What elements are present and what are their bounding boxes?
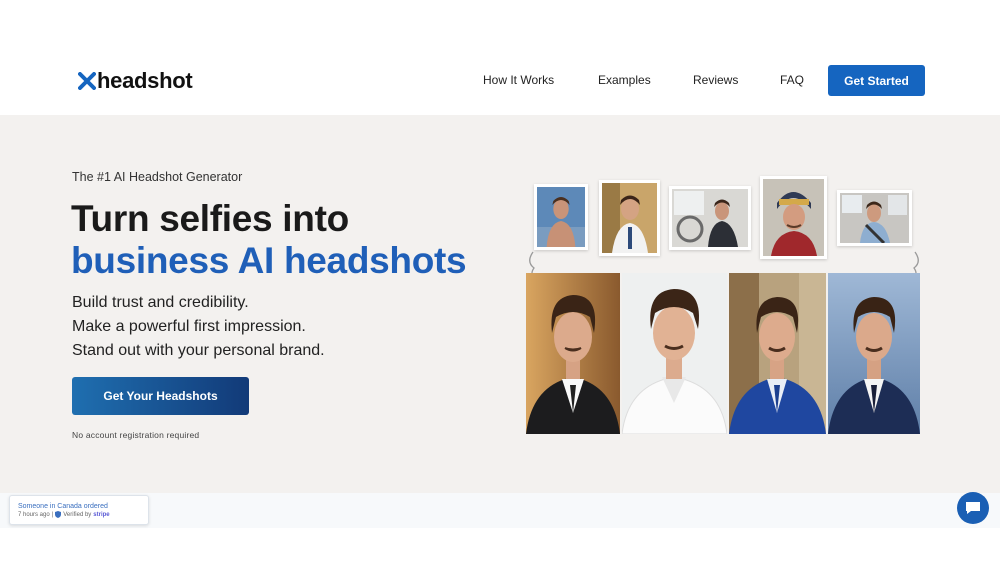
ai-headshot-image bbox=[622, 273, 727, 434]
nav-examples[interactable]: Examples bbox=[598, 73, 651, 87]
shield-check-icon bbox=[55, 511, 62, 518]
x-logo-icon bbox=[78, 72, 96, 90]
toast-time: 7 hours ago bbox=[18, 511, 50, 518]
hero-headline-line1: Turn selfies into bbox=[71, 198, 349, 239]
logo[interactable]: headshot bbox=[78, 68, 193, 94]
hero-headline-line2: business AI headshots bbox=[71, 240, 467, 281]
get-your-headshots-button[interactable]: Get Your Headshots bbox=[72, 377, 249, 415]
verified-by-label: Verified by bbox=[63, 511, 92, 518]
hero-subline-2: Make a powerful first impression. bbox=[72, 318, 306, 335]
logo-text: headshot bbox=[97, 68, 193, 93]
hero-eyebrow: The #1 AI Headshot Generator bbox=[72, 170, 243, 184]
nav-faq[interactable]: FAQ bbox=[780, 73, 804, 87]
site-header: headshot How It Works Examples Reviews F… bbox=[0, 0, 1000, 115]
toast-separator: | bbox=[51, 511, 54, 518]
bottom-strip bbox=[0, 493, 1000, 528]
nav-reviews[interactable]: Reviews bbox=[693, 73, 738, 87]
ai-headshot-image bbox=[729, 273, 826, 434]
toast-meta: 7 hours ago | Verified by stripe bbox=[18, 511, 110, 518]
hero-note: No account registration required bbox=[72, 430, 200, 440]
selfie-thumbnail bbox=[837, 190, 912, 246]
nav-how-it-works[interactable]: How It Works bbox=[483, 73, 554, 87]
ai-headshot-image bbox=[828, 273, 920, 434]
social-proof-toast[interactable]: Someone in Canada ordered 7 hours ago | … bbox=[9, 495, 149, 525]
selfie-thumbnail bbox=[534, 184, 588, 250]
stripe-brand: stripe bbox=[93, 511, 110, 518]
get-started-button[interactable]: Get Started bbox=[828, 65, 925, 96]
ai-headshot-image bbox=[526, 273, 620, 434]
hero-subline-3: Stand out with your personal brand. bbox=[72, 342, 325, 359]
selfie-thumbnail bbox=[669, 186, 751, 250]
chat-bubble-icon bbox=[966, 502, 980, 514]
selfie-thumbnail bbox=[599, 180, 660, 256]
toast-message: Someone in Canada ordered bbox=[18, 503, 108, 510]
hero-subline-1: Build trust and credibility. bbox=[72, 294, 249, 311]
selfie-thumbnail bbox=[760, 176, 827, 259]
chat-button[interactable] bbox=[957, 492, 989, 524]
